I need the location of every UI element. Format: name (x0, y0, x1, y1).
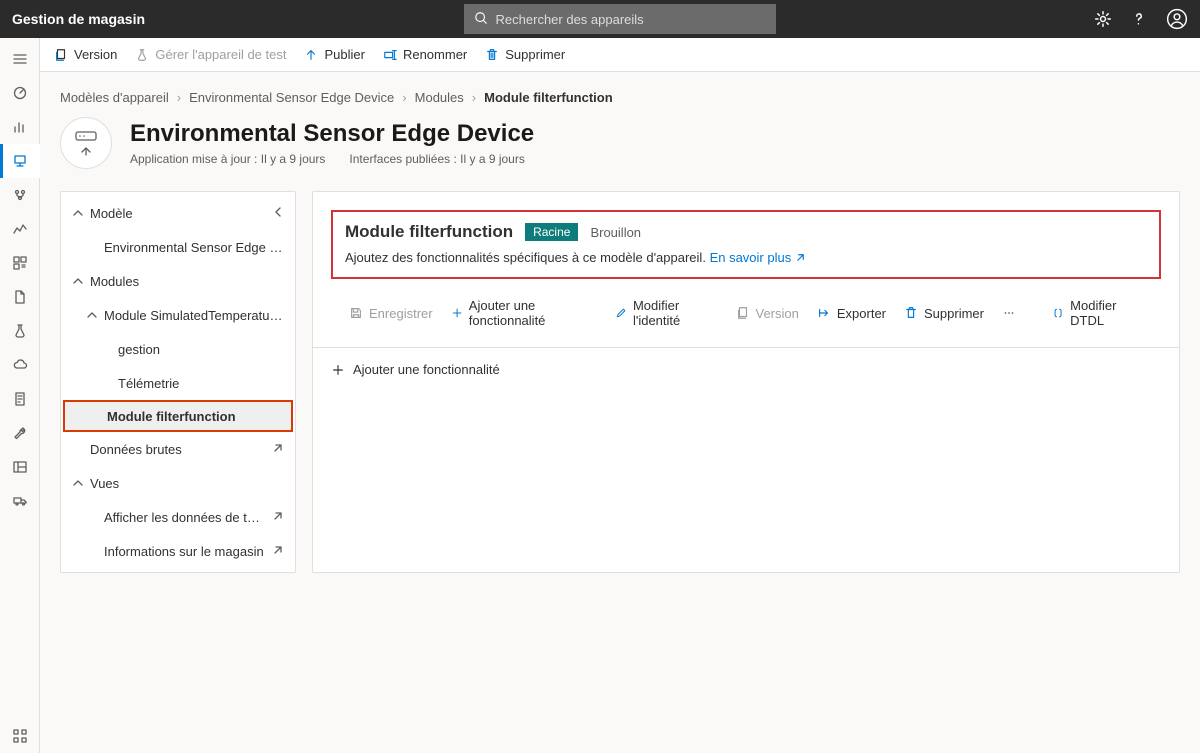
tree-item-gestion[interactable]: gestion (61, 332, 295, 366)
save-button[interactable]: Enregistrer (349, 306, 433, 321)
rail-rules-icon[interactable] (0, 212, 40, 246)
tree-header-label: Modèle (90, 206, 133, 221)
chevron-right-icon: › (402, 90, 406, 105)
left-rail (0, 38, 40, 753)
rail-cloud-icon[interactable] (0, 348, 40, 382)
rail-apps-icon[interactable] (0, 719, 40, 753)
add-capability-link[interactable]: Ajouter une fonctionnalité (331, 362, 1161, 377)
rename-button[interactable]: Renommer (383, 47, 467, 62)
page-title-row: Environmental Sensor Edge Device Applica… (60, 117, 1180, 169)
chevron-up-icon (72, 477, 84, 489)
account-icon[interactable] (1166, 8, 1188, 30)
rail-truck-icon[interactable] (0, 484, 40, 518)
rail-device-templates-icon[interactable] (0, 144, 40, 178)
breadcrumb-item[interactable]: Modules (415, 90, 464, 105)
rail-dashboard-icon[interactable] (0, 76, 40, 110)
page-toolbar: Version Gérer l'appareil de test Publier… (40, 38, 1200, 72)
chevron-up-icon (86, 309, 98, 321)
panel-toolbar: Enregistrer Ajouter une fonctionnalité M… (331, 293, 1161, 333)
delete-button[interactable]: Supprimer (485, 47, 565, 62)
expand-icon[interactable] (272, 544, 284, 559)
chevron-up-icon (72, 275, 84, 287)
panel-title: Module filterfunction (345, 222, 513, 242)
tree-item-filter-module[interactable]: Module filterfunction (63, 400, 293, 432)
breadcrumb-item[interactable]: Modèles d'appareil (60, 90, 169, 105)
tree-item-view-telemetry[interactable]: Afficher les données de télémétri... (61, 500, 295, 534)
expand-icon[interactable] (272, 510, 284, 525)
chevron-right-icon: › (177, 90, 181, 105)
status-label: Brouillon (590, 225, 641, 240)
rail-layout-icon[interactable] (0, 450, 40, 484)
settings-icon[interactable] (1094, 10, 1112, 28)
interfaces-meta: Interfaces publiées : Il y a 9 jours (349, 152, 524, 166)
header-actions (1094, 8, 1188, 30)
tree-item-raw-data[interactable]: Données brutes (61, 432, 295, 466)
manage-test-device-label: Gérer l'appareil de test (155, 47, 286, 62)
panel-subtitle: Ajoutez des fonctionnalités spécifiques … (345, 250, 706, 265)
manage-test-device-button[interactable]: Gérer l'appareil de test (135, 47, 286, 62)
updated-meta: Application mise à jour : Il y a 9 jours (130, 152, 325, 166)
rail-jobs-icon[interactable] (0, 246, 40, 280)
tree-item-sim-module[interactable]: Module SimulatedTemperatureSensor (61, 298, 295, 332)
export-button[interactable]: Exporter (817, 306, 886, 321)
more-button[interactable] (1002, 306, 1016, 320)
model-tree: Modèle Environmental Sensor Edge Device … (60, 191, 296, 573)
search-input[interactable] (496, 12, 766, 27)
search-box[interactable] (464, 4, 776, 34)
panel-version-button[interactable]: Version (736, 306, 799, 321)
chevron-left-icon[interactable] (272, 206, 284, 221)
expand-icon[interactable] (272, 442, 284, 457)
edit-dtdl-button[interactable]: Modifier DTDL (1052, 298, 1143, 328)
rename-label: Renommer (403, 47, 467, 62)
tree-item-modules[interactable]: Modules (61, 264, 295, 298)
panel-delete-button[interactable]: Supprimer (904, 306, 984, 321)
learn-more-link[interactable]: En savoir plus (710, 250, 807, 265)
module-panel: Module filterfunction Racine Brouillon A… (312, 191, 1180, 573)
search-icon (474, 11, 496, 28)
content: Modèles d'appareil › Environmental Senso… (40, 72, 1200, 591)
edit-identity-button[interactable]: Modifier l'identité (615, 298, 718, 328)
tree-item-telemetry[interactable]: Télémetrie (61, 366, 295, 400)
app-title: Gestion de magasin (12, 11, 145, 27)
rail-menu-button[interactable] (0, 42, 40, 76)
rail-analytics-icon[interactable] (0, 110, 40, 144)
breadcrumb: Modèles d'appareil › Environmental Senso… (60, 90, 1180, 105)
add-capability-button[interactable]: Ajouter une fonctionnalité (451, 298, 597, 328)
main: Version Gérer l'appareil de test Publier… (40, 38, 1200, 753)
chevron-right-icon: › (472, 90, 476, 105)
rail-file-icon[interactable] (0, 280, 40, 314)
publish-button[interactable]: Publier (304, 47, 364, 62)
help-icon[interactable] (1130, 10, 1148, 28)
breadcrumb-current: Module filterfunction (484, 90, 613, 105)
device-icon (60, 117, 112, 169)
rail-devices-icon[interactable] (0, 178, 40, 212)
root-badge: Racine (525, 223, 578, 241)
page-title: Environmental Sensor Edge Device (130, 120, 534, 148)
chevron-up-icon (72, 207, 84, 219)
panes: Modèle Environmental Sensor Edge Device … (60, 191, 1180, 573)
top-header: Gestion de magasin (0, 0, 1200, 38)
version-button[interactable]: Version (54, 47, 117, 62)
rail-document-icon[interactable] (0, 382, 40, 416)
breadcrumb-item[interactable]: Environmental Sensor Edge Device (189, 90, 394, 105)
rail-wrench-icon[interactable] (0, 416, 40, 450)
version-label: Version (74, 47, 117, 62)
tree-header[interactable]: Modèle (61, 196, 295, 230)
rail-flask-icon[interactable] (0, 314, 40, 348)
publish-label: Publier (324, 47, 364, 62)
panel-header-highlight: Module filterfunction Racine Brouillon A… (331, 210, 1161, 279)
delete-label: Supprimer (505, 47, 565, 62)
tree-item-views[interactable]: Vues (61, 466, 295, 500)
tree-item-root[interactable]: Environmental Sensor Edge Device (61, 230, 295, 264)
tree-item-view-info[interactable]: Informations sur le magasin (61, 534, 295, 568)
